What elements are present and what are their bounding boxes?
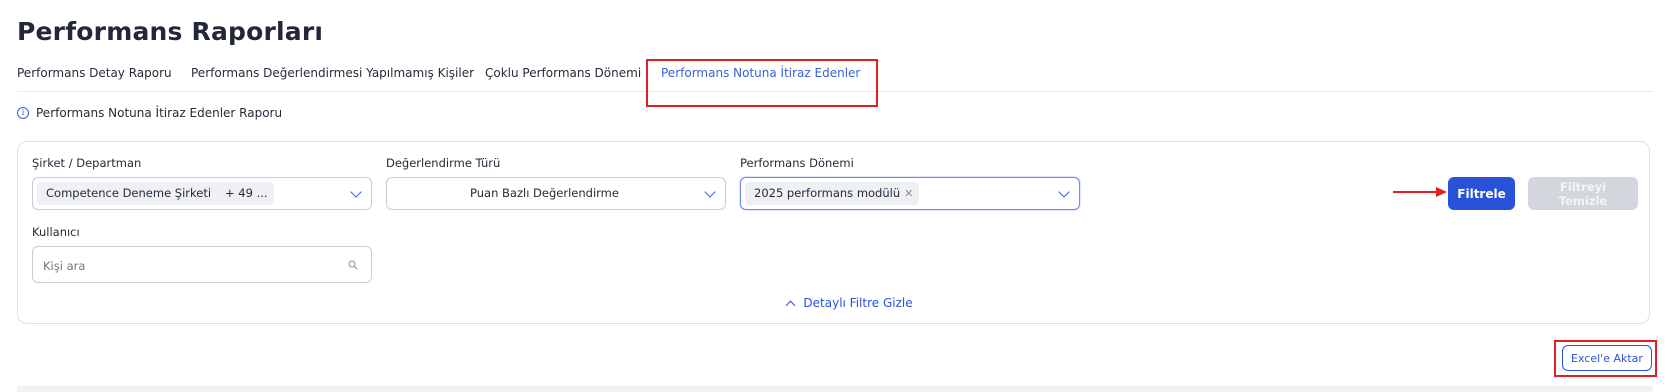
company-more-chip[interactable]: + 49 ... [216, 182, 274, 205]
filter-button[interactable]: Filtrele [1448, 177, 1515, 210]
table-header-strip [17, 386, 1653, 392]
evaluation-type-select[interactable]: Puan Bazlı Değerlendirme [386, 177, 726, 210]
search-icon [348, 260, 358, 270]
company-chip[interactable]: Competence Deneme Şirketi✕ [37, 182, 231, 205]
period-chip[interactable]: 2025 performans modülü ✕ [745, 182, 920, 205]
detailed-filter-toggle-label: Detaylı Filtre Gizle [803, 296, 913, 310]
user-search-input[interactable] [41, 248, 345, 283]
highlight-box-active-tab [646, 59, 878, 107]
report-info-text: Performans Notuna İtiraz Edenler Raporu [36, 106, 283, 120]
company-label: Şirket / Departman [32, 156, 142, 170]
chevron-up-icon [785, 300, 796, 310]
evaluation-type-value: Puan Bazlı Değerlendirme [470, 186, 619, 200]
info-icon: i [17, 107, 29, 119]
tab-performance-detail-report[interactable]: Performans Detay Raporu [17, 66, 172, 80]
page-title: Performans Raporları [17, 17, 324, 46]
arrow-annotation-icon [1393, 187, 1447, 197]
chevron-down-icon[interactable] [704, 186, 716, 198]
user-search-field[interactable] [32, 246, 372, 283]
evaluation-type-label: Değerlendirme Türü [386, 156, 501, 170]
report-info: i Performans Notuna İtiraz Edenler Rapor… [17, 106, 282, 120]
period-label: Performans Dönemi [740, 156, 854, 170]
tab-multi-performance-period[interactable]: Çoklu Performans Dönemi [485, 66, 641, 80]
chevron-down-icon[interactable] [350, 186, 362, 198]
period-select[interactable]: 2025 performans modülü ✕ [740, 177, 1080, 210]
company-select[interactable]: Competence Deneme Şirketi✕ + 49 ... [32, 177, 372, 210]
export-excel-button[interactable]: Excel'e Aktar [1562, 345, 1652, 371]
detailed-filter-toggle[interactable]: Detaylı Filtre Gizle [770, 296, 930, 310]
tab-unevaluated-people[interactable]: Performans Değerlendirmesi Yapılmamış Ki… [191, 66, 474, 80]
remove-chip-icon[interactable]: ✕ [904, 187, 913, 200]
clear-filter-button: Filtreyi Temizle [1528, 177, 1638, 210]
period-chip-label: 2025 performans modülü [754, 186, 901, 200]
chevron-down-icon[interactable] [1058, 186, 1070, 198]
user-label: Kullanıcı [32, 225, 80, 239]
company-chip-label: Competence Deneme Şirketi [46, 186, 212, 200]
